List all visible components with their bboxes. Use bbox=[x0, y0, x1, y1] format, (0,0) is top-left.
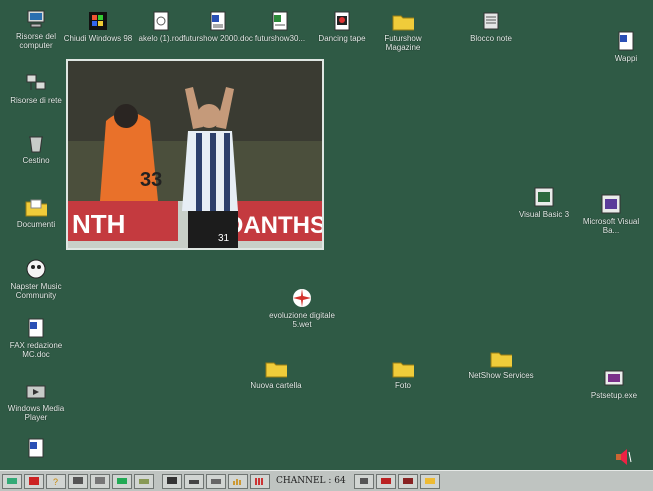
visual-basic-icon bbox=[600, 193, 622, 215]
desktop-icon-new-folder[interactable]: Nuova cartella bbox=[240, 357, 312, 390]
media-file-icon bbox=[331, 10, 353, 32]
photo-viewer-window[interactable]: NTH DANTHS 33 31 bbox=[66, 59, 324, 250]
channel-readout: CHANNEL : 64 bbox=[276, 476, 346, 486]
desktop-icon-label: Documenti bbox=[16, 220, 56, 229]
banner-text-right: DANTHS bbox=[226, 212, 322, 239]
desktop-icon-label: futurshow30... bbox=[254, 34, 306, 43]
help-icon[interactable] bbox=[24, 473, 44, 489]
desktop-icon-visual-basic-3[interactable]: Visual Basic 3 bbox=[508, 186, 580, 219]
my-documents-icon bbox=[25, 196, 47, 218]
desktop-icon-label: Microsoft Visual Ba... bbox=[582, 217, 640, 235]
network-icon[interactable] bbox=[2, 473, 22, 489]
network-icon bbox=[25, 72, 47, 94]
notepad-icon bbox=[480, 10, 502, 32]
desktop-icon-label: Dancing tape bbox=[318, 34, 366, 43]
desktop-icon-label: Napster Music Community bbox=[10, 282, 62, 300]
visual-basic-icon bbox=[533, 186, 555, 208]
screen-icon[interactable] bbox=[162, 473, 182, 489]
question-icon[interactable]: ? bbox=[46, 473, 66, 489]
desktop-icon-wappi[interactable]: Wappi bbox=[590, 30, 653, 63]
word-doc-icon bbox=[207, 10, 229, 32]
desktop-icon-label: evoluzione digitale 5.wet bbox=[269, 311, 335, 329]
computer-icon bbox=[25, 8, 47, 30]
document-icon bbox=[150, 10, 172, 32]
desktop-icon-shutdown[interactable]: Chiudi Windows 98 bbox=[62, 10, 134, 43]
desktop-icon-label: FAX redazione MC.doc bbox=[9, 341, 63, 359]
word-doc-icon bbox=[615, 30, 637, 52]
desktop-icon-pstsetup[interactable]: Pstsetup.exe bbox=[578, 367, 650, 400]
desktop-icon-label: Cestino bbox=[22, 156, 50, 165]
desktop-icon-label: akelo (1).rod bbox=[138, 34, 184, 43]
desktop-icon-label: NetShow Services bbox=[468, 371, 534, 380]
desktop-icon-fax-doc[interactable]: FAX redazione MC.doc bbox=[0, 317, 72, 359]
photo-image: NTH DANTHS 33 31 bbox=[68, 61, 322, 248]
banner-text-left: NTH bbox=[72, 209, 125, 239]
desktop-icon-label: Futurshow Magazine bbox=[384, 34, 422, 52]
desktop: Risorse del computer Chiudi Windows 98 a… bbox=[0, 0, 653, 470]
desktop-icon-foto[interactable]: Foto bbox=[367, 357, 439, 390]
scanner-icon[interactable] bbox=[184, 473, 204, 489]
folder-icon bbox=[392, 10, 414, 32]
media-player-icon bbox=[25, 380, 47, 402]
volume-corner-icon[interactable] bbox=[613, 446, 633, 471]
svg-text:?: ? bbox=[53, 477, 58, 486]
sound-icon[interactable] bbox=[353, 473, 374, 489]
desktop-icon-netshow[interactable]: NetShow Services bbox=[465, 347, 537, 380]
desktop-icon-evoluzione[interactable]: evoluzione digitale 5.wet bbox=[266, 287, 338, 329]
desktop-icon-label: Risorse di rete bbox=[10, 96, 62, 105]
camera-icon[interactable] bbox=[375, 473, 396, 489]
desktop-icon-futurshow-magazine[interactable]: Futurshow Magazine bbox=[367, 10, 439, 52]
tv-icon[interactable] bbox=[68, 473, 88, 489]
printer-icon[interactable] bbox=[206, 473, 226, 489]
recycle-bin-icon bbox=[25, 132, 47, 154]
desktop-icon-label: Windows Media Player bbox=[7, 404, 65, 422]
monitor-icon[interactable] bbox=[90, 473, 110, 489]
desktop-icon-label: Nuova cartella bbox=[250, 381, 302, 390]
equalizer-icon[interactable] bbox=[228, 473, 248, 489]
folder-icon bbox=[392, 357, 414, 379]
jersey-number-right: 31 bbox=[218, 233, 230, 244]
desktop-icon-recycle-bin[interactable]: Cestino bbox=[0, 132, 72, 165]
desktop-icon-label: Visual Basic 3 bbox=[518, 210, 570, 219]
star-burst-icon bbox=[291, 287, 313, 309]
desktop-icon-label: Blocco note bbox=[470, 34, 512, 43]
jersey-number-left: 33 bbox=[140, 169, 162, 191]
desktop-icon-label: Pstsetup.exe bbox=[590, 391, 638, 400]
shutdown-icon bbox=[87, 10, 109, 32]
desktop-icon-label: futurshow 2000.doc bbox=[183, 34, 253, 43]
desktop-icon-napster[interactable]: Napster Music Community bbox=[0, 258, 72, 300]
desktop-icon-ms-visual-basic[interactable]: Microsoft Visual Ba... bbox=[575, 193, 647, 235]
tool-icon[interactable] bbox=[134, 473, 154, 489]
word-doc-icon bbox=[25, 437, 47, 459]
bars-icon[interactable] bbox=[250, 473, 270, 489]
installer-icon bbox=[603, 367, 625, 389]
folder-icon[interactable] bbox=[419, 473, 440, 489]
desktop-icon-doc[interactable] bbox=[0, 437, 72, 461]
desktop-icon-network[interactable]: Risorse di rete bbox=[0, 72, 72, 105]
display-icon[interactable] bbox=[112, 473, 132, 489]
desktop-icon-label: Foto bbox=[394, 381, 411, 390]
desktop-icon-notepad[interactable]: Blocco note bbox=[455, 10, 527, 43]
film-icon[interactable] bbox=[397, 473, 418, 489]
folder-icon bbox=[265, 357, 287, 379]
word-doc-icon bbox=[25, 317, 47, 339]
desktop-icon-label: Chiudi Windows 98 bbox=[63, 34, 133, 43]
folder-icon bbox=[490, 347, 512, 369]
desktop-icon-my-documents[interactable]: Documenti bbox=[0, 196, 72, 229]
taskbar: ? CHANNEL : 64 bbox=[0, 470, 653, 491]
napster-icon bbox=[25, 258, 47, 280]
spreadsheet-icon bbox=[269, 10, 291, 32]
desktop-icon-media-player[interactable]: Windows Media Player bbox=[0, 380, 72, 422]
desktop-icon-label: Wappi bbox=[614, 54, 638, 63]
